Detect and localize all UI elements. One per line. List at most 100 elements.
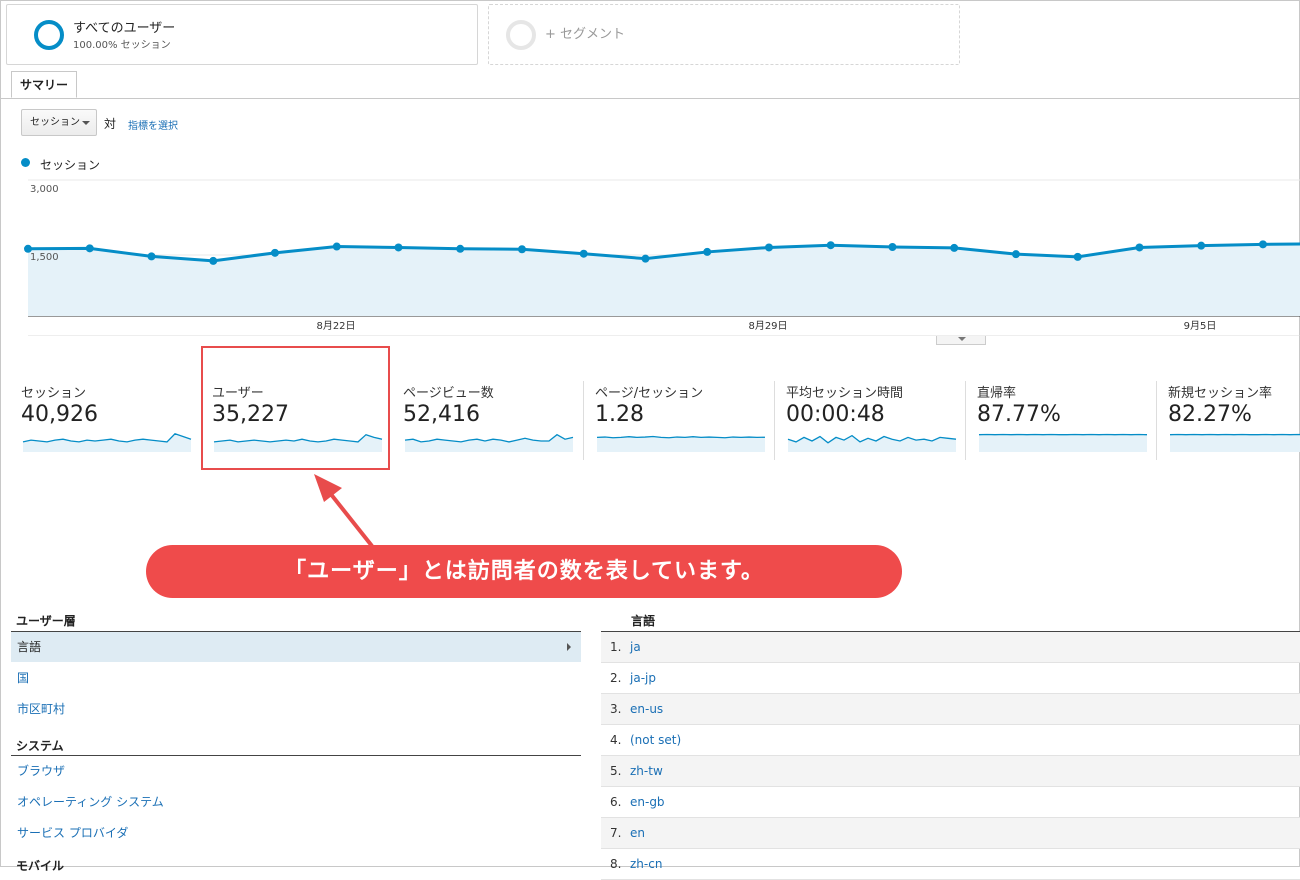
data-point [765,243,773,251]
nav-item-country[interactable]: 国 [11,663,581,693]
row-index: 8. [610,849,621,879]
scorecard-label: 新規セッション率 [1168,382,1272,401]
select-metric-link[interactable]: 指標を選択 [128,117,178,132]
table-row[interactable]: 2.ja-jp [601,663,1300,694]
sparkline-area [1170,435,1300,452]
sparkline-area [597,437,765,453]
sparkline [977,428,1149,452]
table-row[interactable]: 3. en-us [601,694,1300,725]
sparkline-area [788,436,956,452]
data-point [888,243,896,251]
scorecard-label: セッション [21,382,86,401]
sparkline-area [979,435,1147,452]
scorecard-divider [965,381,966,460]
metric-dropdown-value: セッション [30,117,80,128]
x-tick-label: 8月29日 [748,320,787,332]
table-header-language: 言語 [631,612,655,629]
add-segment-label: + セグメント [545,23,625,42]
sparkline-line [597,437,765,438]
y-tick-label: 3,000 [30,184,59,195]
table-row[interactable]: 6. en-gb [601,787,1300,818]
row-language-link[interactable]: ja-jp [630,663,656,693]
legend-dot-icon [21,158,30,167]
nav-item-os[interactable]: オペレーティング システム [11,787,581,817]
x-tick-label: 9月5日 [1184,320,1217,332]
tab-summary[interactable]: サマリー [11,71,77,98]
scorecard[interactable]: ページ/セッション1.28 [595,380,775,460]
sparkline [403,428,575,452]
data-point [86,244,94,252]
scorecard[interactable]: 新規セッション率82.27% [1168,380,1300,460]
row-language-link[interactable]: (not set) [630,725,681,755]
add-segment-button[interactable]: + セグメント [488,4,960,65]
row-language-link[interactable]: en [630,818,645,848]
table-row[interactable]: 4.(not set) [601,725,1300,756]
row-language-link[interactable]: en-us [630,694,663,724]
row-language-link[interactable]: zh-cn [630,849,662,879]
chevron-down-icon [958,337,966,341]
data-point [147,252,155,260]
data-point [518,245,526,253]
row-language-link[interactable]: ja [630,632,641,662]
nav-item-browser[interactable]: ブラウザ [11,756,581,786]
data-point [333,243,341,251]
row-index: 6. [610,787,621,817]
data-point [703,248,711,256]
data-point [394,243,402,251]
nav-item-service-provider[interactable]: サービス プロバイダ [11,818,581,848]
scorecard-label: 平均セッション時間 [786,382,903,401]
table-row[interactable]: 7.en [601,818,1300,849]
nav-group-mobile-title: モバイル [16,857,64,874]
sparkline-area [405,435,573,452]
scorecard[interactable]: 直帰率87.77% [977,380,1157,460]
table-row[interactable]: 1.ja [601,632,1300,663]
table-row[interactable]: 5. zh-tw [601,756,1300,787]
data-point [1259,240,1267,248]
scorecard-divider [583,381,584,460]
data-point [641,255,649,263]
scorecard[interactable]: ページビュー数52,416 [403,380,583,460]
annotation-callout: 「ユーザー」とは訪問者の数を表しています。 [146,545,902,598]
segment-subtitle: 100.00% セッション [73,36,171,51]
nav-item-language[interactable]: 言語 [11,632,581,662]
scorecard-label: 直帰率 [977,382,1016,401]
nav-item-label: 言語 [17,640,41,654]
data-point [1012,250,1020,258]
nav-group-system-title: システム [16,737,64,754]
segment-all-users[interactable]: すべてのユーザー 100.00% セッション [6,4,478,65]
nav-item-city[interactable]: 市区町村 [11,694,581,724]
scorecard[interactable]: 平均セッション時間00:00:48 [786,380,966,460]
sessions-line-chart: 3,0001,5008月22日8月29日9月5日 [0,176,1300,336]
data-point [1197,242,1205,250]
sparkline [21,428,193,452]
table-row[interactable]: 8. zh-cn [601,849,1300,880]
empty-segment-ring-icon [506,20,536,50]
data-point [950,244,958,252]
data-point [827,241,835,249]
sparkline-area [23,434,191,452]
segment-ring-icon [34,20,64,50]
x-tick-label: 8月22日 [316,320,355,332]
versus-label: 対 [104,115,116,132]
row-language-link[interactable]: en-gb [630,787,665,817]
sparkline [595,428,767,452]
arrow-icon [300,470,390,550]
data-point [580,250,588,258]
users-highlight-box [201,346,390,470]
segment-title: すべてのユーザー [73,17,175,36]
sparkline [1168,428,1300,452]
row-index: 3. [610,694,621,724]
scorecard[interactable]: セッション40,926 [21,380,201,460]
scorecard-label: ページ/セッション [595,382,703,401]
data-point [1074,253,1082,261]
chart-expand-toggle[interactable] [936,336,986,345]
chart-legend-label: セッション [40,156,100,173]
scorecard-value: 00:00:48 [786,402,885,427]
scorecard-value: 87.77% [977,402,1061,427]
row-index: 5. [610,756,621,786]
scorecard-label: ページビュー数 [403,382,494,401]
chevron-right-icon [567,643,571,651]
data-point [456,245,464,253]
row-language-link[interactable]: zh-tw [630,756,663,786]
metric-dropdown[interactable]: セッション [21,109,97,136]
